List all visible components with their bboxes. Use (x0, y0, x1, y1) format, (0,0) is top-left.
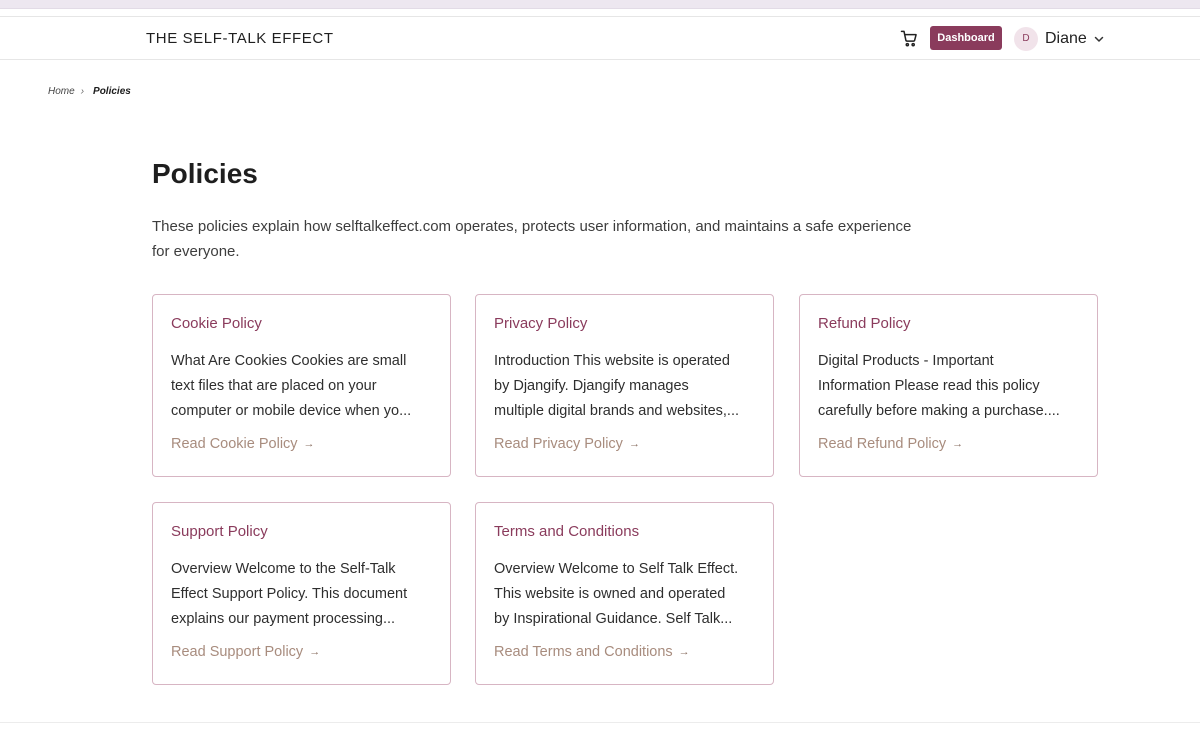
card-description-line: Overview Welcome to Self Talk Effect. (494, 561, 739, 577)
card-title: Cookie Policy (171, 315, 262, 332)
card-description-line: computer or mobile device when yo... (171, 403, 412, 419)
card-title: Support Policy (171, 523, 268, 540)
breadcrumb-home-link[interactable]: Home (48, 86, 75, 97)
arrow-right-icon: → (678, 646, 690, 658)
card-description: Overview Welcome to Self Talk Effect. Th… (494, 557, 755, 632)
card-description-line: by Inspirational Guidance. Self Talk... (494, 611, 733, 627)
cart-button[interactable] (899, 28, 919, 48)
breadcrumb: Home › Policies (48, 86, 131, 97)
page-intro: These policies explain how selftalkeffec… (152, 218, 912, 260)
site-header: THE SELF-TALK EFFECT Dashboard D Diane (0, 16, 1200, 60)
page-title: Policies (152, 158, 258, 189)
footer-divider (0, 722, 1200, 723)
card-description-line: Information Please read this policy (818, 378, 1040, 394)
read-terms-and-conditions-link[interactable]: Read Terms and Conditions → (494, 644, 755, 660)
user-name: Diane (1045, 29, 1087, 47)
policy-card-cookie[interactable]: Cookie Policy What Are Cookies Cookies a… (152, 294, 451, 477)
policy-card-privacy[interactable]: Privacy Policy Introduction This website… (475, 294, 774, 477)
card-description: Digital Products - Important Information… (818, 349, 1079, 424)
breadcrumb-current: Policies (93, 86, 131, 97)
card-description-line: multiple digital brands and websites,... (494, 403, 740, 419)
card-title: Terms and Conditions (494, 523, 640, 540)
card-description-line: What Are Cookies Cookies are small (171, 353, 407, 369)
read-refund-policy-link[interactable]: Read Refund Policy → (818, 436, 1079, 452)
read-privacy-policy-link[interactable]: Read Privacy Policy → (494, 436, 755, 452)
user-menu[interactable]: D Diane (1014, 26, 1105, 51)
card-description-line: Introduction This website is operated (494, 353, 730, 369)
card-title: Refund Policy (818, 315, 911, 332)
cart-icon (900, 30, 917, 47)
card-description-line: by Djangify. Djangify manages (494, 378, 689, 394)
read-cookie-policy-link[interactable]: Read Cookie Policy → (171, 436, 432, 452)
dashboard-button[interactable]: Dashboard (930, 26, 1002, 50)
site-brand[interactable]: THE SELF-TALK EFFECT (146, 30, 334, 47)
arrow-right-icon: → (952, 438, 964, 450)
avatar: D (1014, 26, 1038, 51)
card-description-line: Effect Support Policy. This document (171, 586, 408, 602)
arrow-right-icon: → (309, 646, 321, 658)
card-description-line: Digital Products - Important (818, 353, 994, 369)
policy-card-refund[interactable]: Refund Policy Digital Products - Importa… (799, 294, 1098, 477)
card-title: Privacy Policy (494, 315, 588, 332)
read-support-policy-link[interactable]: Read Support Policy → (171, 644, 432, 660)
card-link-label: Read Support Policy (171, 644, 304, 660)
card-description-line: carefully before making a purchase.... (818, 403, 1060, 419)
card-description: Overview Welcome to the Self-Talk Effect… (171, 557, 432, 632)
card-link-label: Read Privacy Policy (494, 436, 623, 452)
arrow-right-icon: → (628, 438, 640, 450)
policy-card-terms[interactable]: Terms and Conditions Overview Welcome to… (475, 502, 774, 685)
policy-card-support[interactable]: Support Policy Overview Welcome to the S… (152, 502, 451, 685)
breadcrumb-separator: › (80, 86, 85, 97)
card-description: What Are Cookies Cookies are small text … (171, 349, 432, 424)
card-description: Introduction This website is operated by… (494, 349, 755, 424)
card-link-label: Read Terms and Conditions (494, 644, 673, 660)
browser-top-strip (0, 0, 1200, 9)
card-link-label: Read Refund Policy (818, 436, 947, 452)
card-description-line: explains our payment processing... (171, 611, 396, 627)
card-description-line: text files that are placed on your (171, 378, 377, 394)
chevron-down-icon (1094, 36, 1104, 42)
card-description-line: Overview Welcome to the Self-Talk (171, 561, 396, 577)
card-description-line: This website is owned and operated (494, 586, 726, 602)
arrow-right-icon: → (303, 438, 315, 450)
card-link-label: Read Cookie Policy (171, 436, 298, 452)
